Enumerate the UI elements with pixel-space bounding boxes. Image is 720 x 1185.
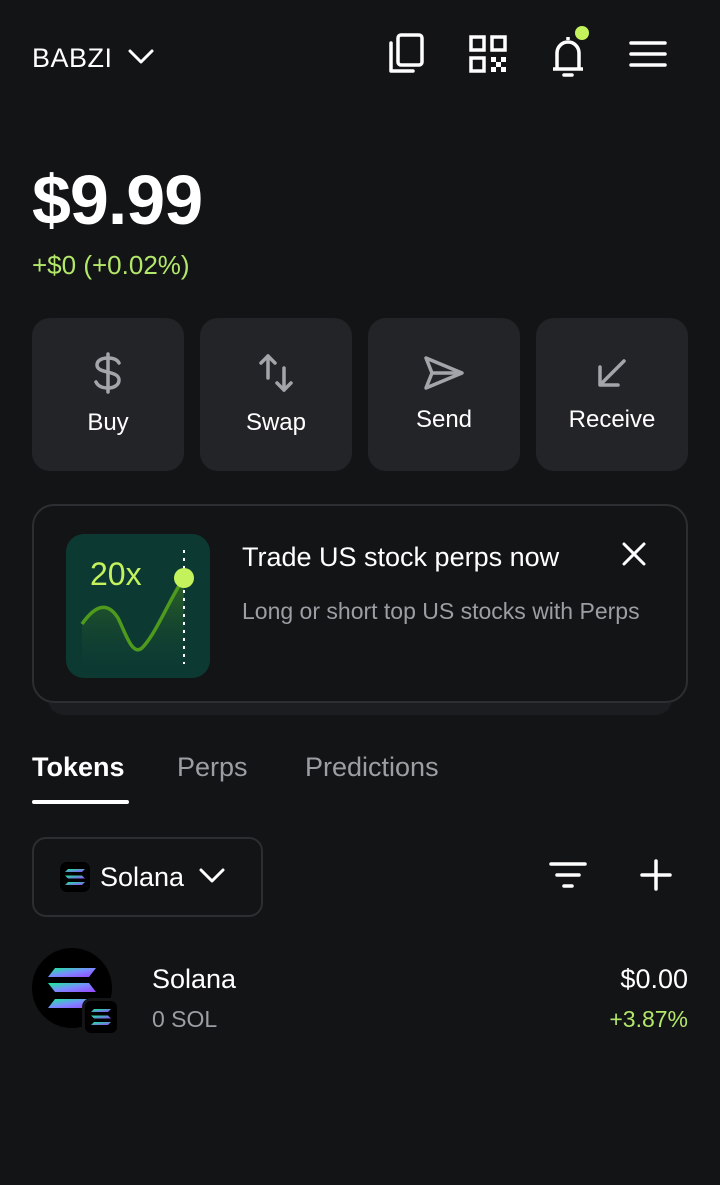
buy-button[interactable]: Buy [32,318,184,471]
copy-icon [387,32,425,80]
account-selector[interactable]: BABZI [32,36,155,80]
active-tab-indicator [32,800,129,804]
chevron-down-icon [198,865,226,890]
token-amount: 0 SOL [152,1006,218,1032]
token-name: Solana [152,964,237,994]
plus-icon [640,858,672,896]
hamburger-menu-icon [629,40,667,73]
dollar-icon [93,352,123,399]
qr-code-icon [469,34,507,78]
balance-change: +$0 (+0.02%) [32,250,190,280]
tab-perps[interactable]: Perps [177,752,248,783]
solana-logo-icon [60,862,90,892]
filter-button[interactable] [544,853,592,901]
perps-promo-illustration: 20x [66,534,210,678]
qr-code-button[interactable] [464,32,512,80]
tab-tokens[interactable]: Tokens [32,752,125,783]
swap-arrows-icon [258,352,294,399]
filter-icon [549,861,587,894]
promo-close-button[interactable] [612,534,656,578]
buy-label: Buy [87,409,129,436]
add-token-button[interactable] [632,853,680,901]
account-name: BABZI [32,42,113,73]
token-row[interactable]: Solana 0 SOL $0.00 +3.87% [32,946,688,1036]
promo-card[interactable]: 20x Trade US stock perps now Long or sho… [32,504,688,703]
promo-description: Long or short top US stocks with Perps [242,598,640,624]
solana-chain-badge-icon [82,998,120,1036]
quick-actions: Buy Swap Send Receive [32,318,688,471]
notification-dot [575,26,589,40]
token-value: $0.00 [620,964,688,994]
send-button[interactable]: Send [368,318,520,471]
promo-title: Trade US stock perps now [242,542,560,572]
send-icon [423,355,465,396]
swap-label: Swap [245,409,307,436]
tab-predictions[interactable]: Predictions [305,752,439,783]
menu-button[interactable] [624,32,672,80]
notifications-button[interactable] [544,26,592,80]
chevron-down-icon [127,46,155,71]
receive-arrow-icon [594,355,630,396]
send-label: Send [415,406,473,433]
swap-button[interactable]: Swap [200,318,352,471]
network-selector[interactable]: Solana [32,837,263,917]
network-label: Solana [100,861,185,892]
promo-multiplier: 20x [90,556,142,592]
total-balance: $9.99 [32,161,203,239]
receive-button[interactable]: Receive [536,318,688,471]
bell-icon [551,26,589,78]
copy-address-button[interactable] [382,32,430,80]
receive-label: Receive [568,406,656,433]
close-icon [621,541,647,572]
token-change: +3.87% [609,1006,688,1032]
